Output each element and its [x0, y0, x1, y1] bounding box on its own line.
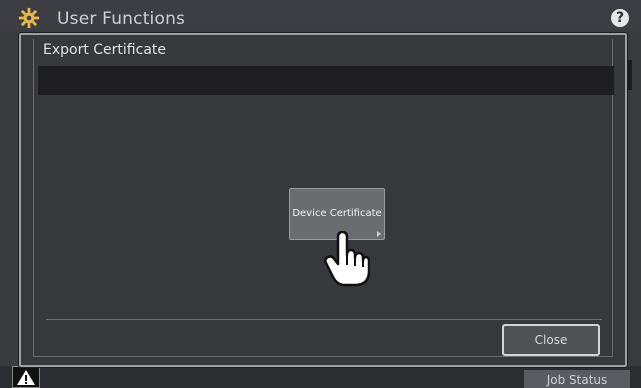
arrow-right-icon: [377, 231, 381, 237]
dialog-title: Export Certificate: [43, 42, 166, 58]
screen: User Functions ? Job Status Export Certi…: [0, 0, 641, 388]
pointing-hand-icon: [324, 231, 370, 287]
title-bar: User Functions ?: [0, 0, 641, 30]
dialog-header-band: [38, 66, 614, 95]
dialog-divider: [46, 319, 602, 320]
device-certificate-label: Device Certificate: [292, 208, 382, 219]
warning-icon: [17, 370, 35, 385]
warning-button[interactable]: [12, 366, 40, 388]
help-button[interactable]: ?: [611, 9, 629, 27]
gear-icon: [18, 7, 40, 29]
close-button[interactable]: Close: [502, 324, 600, 356]
app-title: User Functions: [57, 9, 186, 29]
question-mark-icon: ?: [615, 10, 625, 26]
job-status-button[interactable]: Job Status: [524, 370, 630, 388]
export-certificate-dialog: Export Certificate Device Certificate Cl…: [19, 33, 627, 367]
